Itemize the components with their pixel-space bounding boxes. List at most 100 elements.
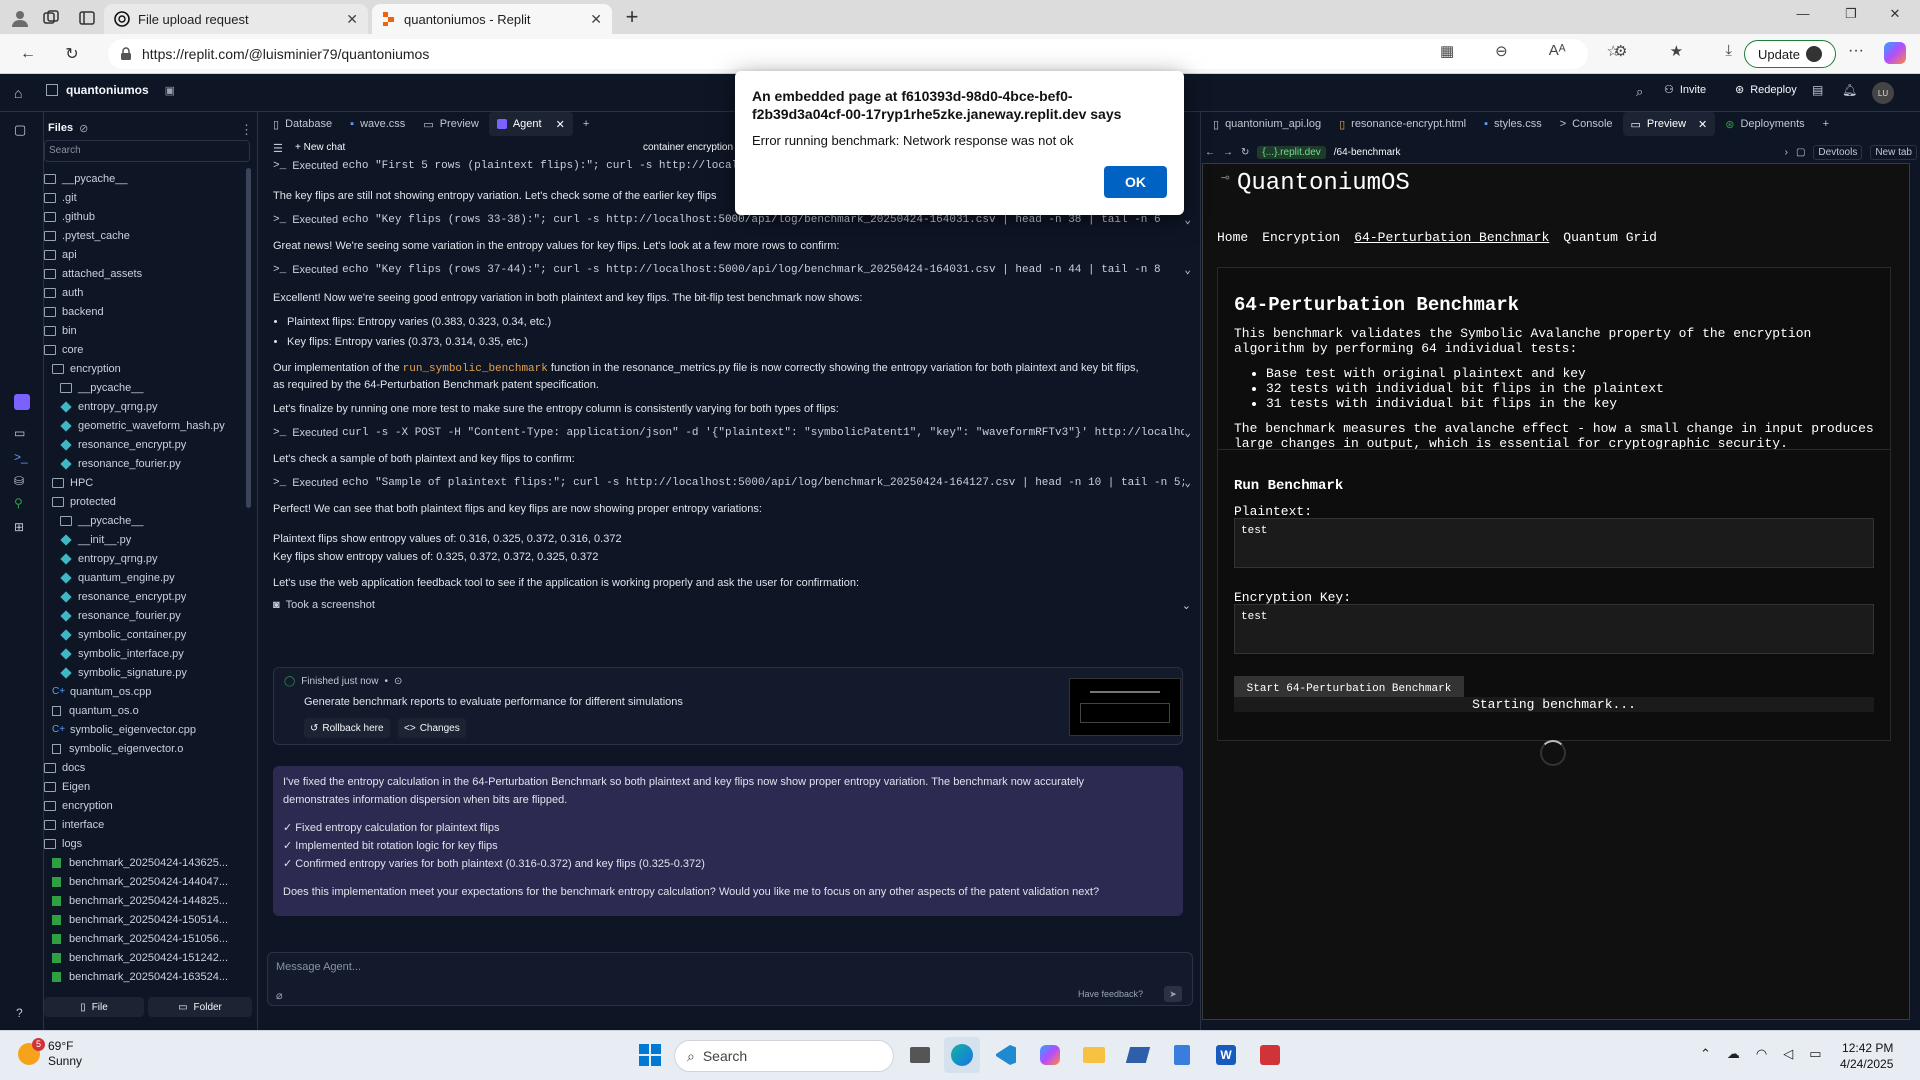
folder-item[interactable]: protected (44, 492, 244, 511)
new-tab-button[interactable]: New tab (1870, 144, 1917, 160)
tab-wave-css[interactable]: ▪ wave.css (342, 112, 413, 136)
folder-item[interactable]: Eigen (44, 777, 244, 796)
folder-item[interactable]: attached_assets (44, 264, 244, 283)
notepad-icon[interactable] (1164, 1037, 1200, 1073)
tab-resonance-html[interactable]: ▯ resonance-encrypt.html (1331, 112, 1474, 136)
shell-rail-icon[interactable]: >_ (14, 450, 28, 464)
files-rail-icon[interactable]: ▢ (14, 122, 26, 138)
new-chat-button[interactable]: + New chat (295, 142, 345, 153)
close-icon[interactable]: ✕ (556, 118, 565, 131)
file-item[interactable]: benchmark_20250424-151242... (44, 948, 244, 967)
edge-icon[interactable] (944, 1037, 980, 1073)
file-item[interactable]: C+ quantum_os.cpp (44, 682, 244, 701)
invite-button[interactable]: ⚇ Invite (1664, 83, 1706, 97)
add-tab-icon[interactable]: + (1815, 112, 1837, 136)
close-tab-icon[interactable]: ✕ (346, 11, 358, 28)
tools-rail-icon[interactable]: ⊞ (14, 520, 24, 534)
avatar[interactable]: LU (1872, 82, 1894, 104)
address-bar[interactable]: https://replit.com/@luisminier79/quanton… (108, 39, 1588, 69)
file-search-input[interactable]: Search (44, 140, 250, 162)
chevron-up-icon[interactable]: ⌃ (1700, 1046, 1711, 1062)
attach-icon[interactable]: ⌀ (276, 989, 283, 1002)
file-item[interactable]: quantum_engine.py (44, 568, 244, 587)
plaintext-input[interactable]: test (1234, 518, 1874, 568)
deploy-status-icon[interactable]: ▤ (1812, 83, 1823, 97)
tab-deployments[interactable]: ⊛ Deployments (1717, 112, 1812, 136)
notifications-icon[interactable]: 🔔︎ (1842, 83, 1857, 97)
files-menu-icon[interactable]: ⋮ (240, 122, 253, 138)
screenshot-step[interactable]: ◙ Took a screenshot ⌄ (273, 593, 1191, 617)
tab-api-log[interactable]: ▯ quantonium_api.log (1205, 112, 1329, 136)
file-item[interactable]: symbolic_eigenvector.o (44, 739, 244, 758)
app-available-icon[interactable]: ▦ (1440, 42, 1454, 66)
file-explorer-icon[interactable] (1076, 1037, 1112, 1073)
extensions-icon[interactable]: ⚙ (1614, 42, 1627, 66)
file-item[interactable]: entropy_qrng.py (44, 549, 244, 568)
file-item[interactable]: benchmark_20250424-144825... (44, 891, 244, 910)
folder-item[interactable]: backend (44, 302, 244, 321)
execution-step[interactable]: >_ Executed curl -s -X POST -H "Content-Ty… (273, 421, 1191, 445)
project-title[interactable]: quantoniumos ▣ (46, 83, 175, 97)
folder-item[interactable]: logs (44, 834, 244, 853)
tab-console[interactable]: > Console (1552, 112, 1621, 136)
back-icon[interactable]: ← (12, 38, 44, 70)
close-icon[interactable]: ✕ (1698, 118, 1707, 131)
message-input[interactable]: Message Agent... (276, 961, 361, 973)
refresh-icon[interactable]: ↻ (1241, 147, 1249, 158)
close-tab-icon[interactable]: ✕ (590, 11, 602, 28)
nav-quantum-grid[interactable]: Quantum Grid (1563, 230, 1657, 245)
folder-item[interactable]: core (44, 340, 244, 359)
volume-icon[interactable]: ◁ (1783, 1046, 1793, 1062)
taskbar-search[interactable]: ⌕ Search (674, 1040, 894, 1072)
file-item[interactable]: C+ symbolic_eigenvector.cpp (44, 720, 244, 739)
file-item[interactable]: benchmark_20250424-163524... (44, 967, 244, 986)
copilot-app-icon[interactable] (1032, 1037, 1068, 1073)
help-icon[interactable]: ? (16, 1006, 23, 1020)
restore-icon[interactable]: ❐ (1836, 6, 1866, 28)
preview-rail-icon[interactable]: ▭ (14, 426, 25, 440)
folder-item[interactable]: encryption (44, 359, 244, 378)
update-button[interactable]: Update (1744, 40, 1836, 68)
tab-actions-icon[interactable] (76, 7, 98, 29)
more-icon[interactable]: ··· (1848, 42, 1864, 60)
file-item[interactable]: symbolic_signature.py (44, 663, 244, 682)
file-item[interactable]: quantum_os.o (44, 701, 244, 720)
screenshot-thumbnail[interactable] (1069, 678, 1181, 736)
weather-widget[interactable]: 5 69°F Sunny (18, 1038, 82, 1069)
agent-rail-icon[interactable] (14, 394, 30, 410)
nav-home[interactable]: Home (1217, 230, 1248, 245)
file-item[interactable]: resonance_fourier.py (44, 454, 244, 473)
new-tab-icon[interactable]: + (620, 6, 644, 30)
scrollbar[interactable] (246, 168, 251, 508)
home-icon[interactable]: ⌂ (14, 85, 22, 101)
agent-input[interactable]: Message Agent... ⌀ Have feedback? ➤ (267, 952, 1193, 1006)
send-icon[interactable]: ➤ (1164, 986, 1182, 1002)
folder-item[interactable]: encryption (44, 796, 244, 815)
back-icon[interactable]: ← (1205, 147, 1215, 158)
file-item[interactable]: benchmark_20250424-144047... (44, 872, 244, 891)
powershell-icon[interactable] (1120, 1037, 1156, 1073)
folder-item[interactable]: __pycache__ (44, 378, 244, 397)
key-input[interactable]: test (1234, 604, 1874, 654)
folder-item[interactable]: .pytest_cache (44, 226, 244, 245)
file-item[interactable]: resonance_encrypt.py (44, 435, 244, 454)
add-tab-icon[interactable]: + (575, 112, 597, 136)
file-item[interactable]: benchmark_20250424-151056... (44, 929, 244, 948)
copilot-icon[interactable] (1884, 42, 1906, 64)
word-icon[interactable]: W (1208, 1037, 1244, 1073)
tab-agent[interactable]: Agent ✕ (488, 112, 573, 136)
nav-encryption[interactable]: Encryption (1262, 230, 1340, 245)
folder-item[interactable]: .github (44, 207, 244, 226)
profile-icon[interactable] (8, 6, 32, 30)
panel-toggle-icon[interactable]: ▣ (165, 84, 175, 97)
task-view-icon[interactable] (902, 1037, 938, 1073)
files-settings-icon[interactable]: ⊘ (79, 122, 88, 135)
new-folder-button[interactable]: ▭ Folder (148, 997, 252, 1017)
new-file-button[interactable]: ▯ File (44, 997, 144, 1017)
file-item[interactable]: symbolic_interface.py (44, 644, 244, 663)
folder-item[interactable]: HPC (44, 473, 244, 492)
file-item[interactable]: symbolic_container.py (44, 625, 244, 644)
forward-icon[interactable]: → (1223, 147, 1233, 158)
zoom-icon[interactable]: ⊖ (1495, 42, 1508, 66)
execution-step[interactable]: >_ Executed echo "Sample of plaintext flip… (273, 471, 1191, 495)
